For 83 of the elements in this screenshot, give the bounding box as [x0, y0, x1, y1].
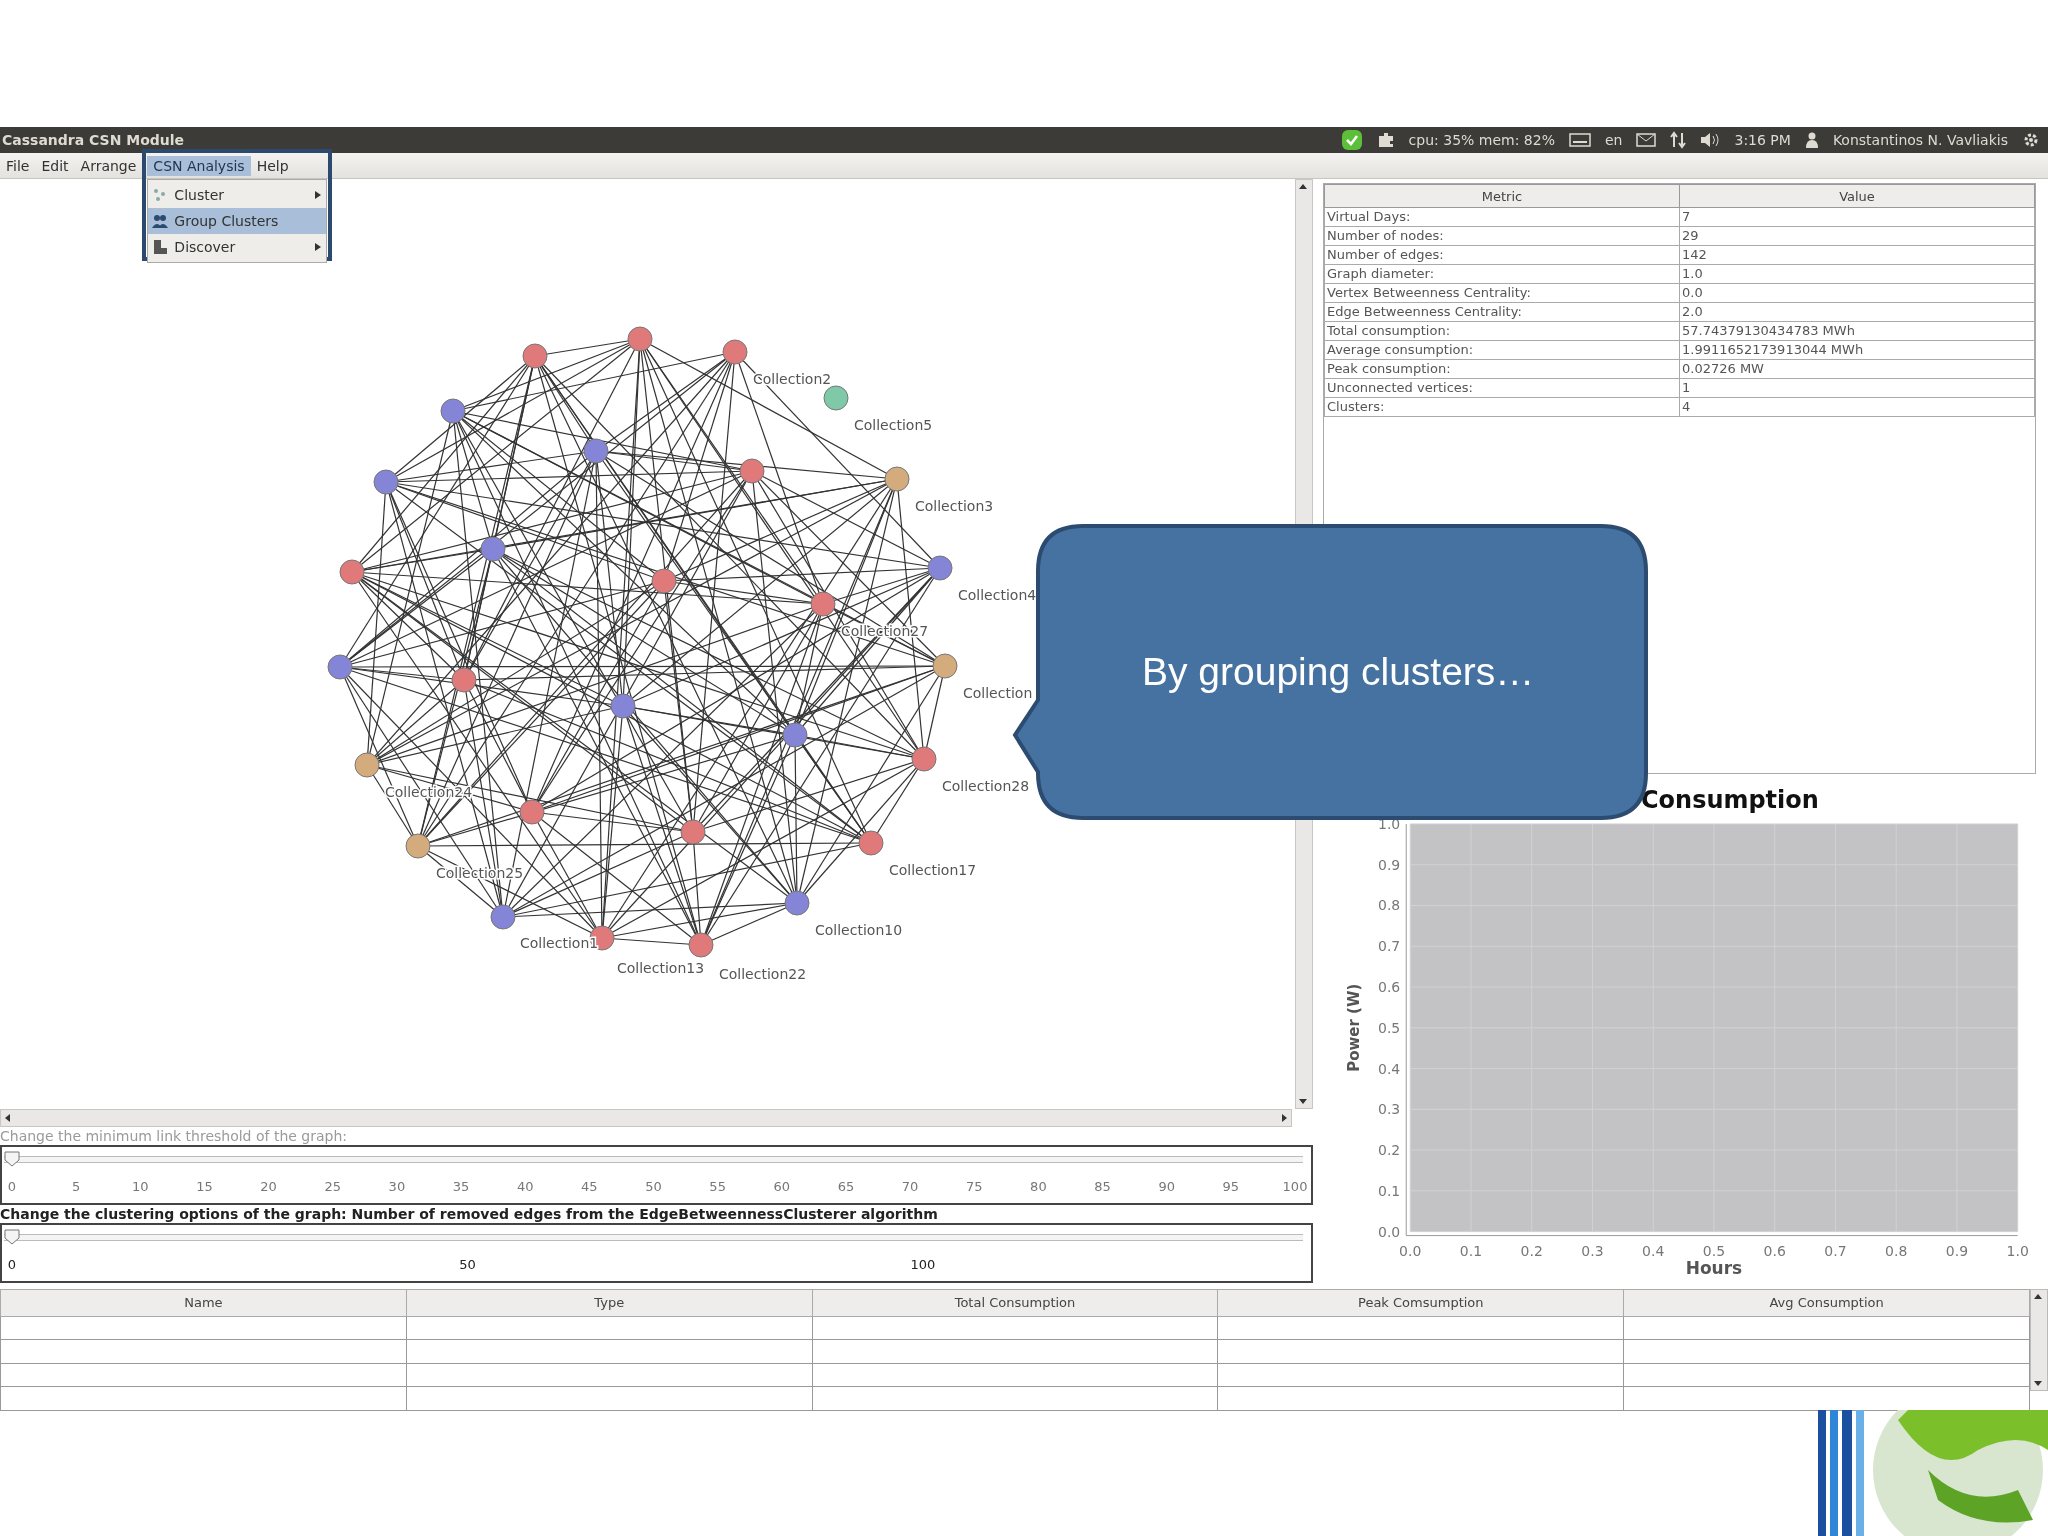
tick-label: 40 — [516, 1179, 534, 1194]
table-cell: 0.02726 MW — [1679, 359, 2035, 379]
node-label: Collection10 — [815, 922, 903, 938]
tick-label: 45 — [581, 1179, 598, 1194]
table-cell: Number of edges: — [1324, 245, 1680, 265]
tick-label: 15 — [196, 1179, 213, 1194]
slider-label: Change the clustering options of the graph: Number of removed edges from the EdgeBetweennessClusterer algorithm — [0, 1205, 939, 1223]
tick-label: 0.1 — [1459, 1243, 1483, 1260]
tick-label: 10 — [132, 1179, 149, 1194]
table-cell: 29 — [1679, 226, 2035, 246]
tick-label: 65 — [837, 1179, 855, 1194]
tick-label: 0.6 — [1378, 979, 1401, 996]
tick-label: 5 — [72, 1179, 81, 1194]
tick-label: 20 — [260, 1179, 277, 1194]
tick-label: 30 — [388, 1179, 406, 1194]
tick-label: 95 — [1222, 1179, 1240, 1194]
node-label: Collection3 — [915, 498, 994, 514]
node-label: Collection28 — [942, 778, 1030, 794]
node-label: Collection17 — [889, 862, 977, 878]
table-cell: Number of nodes: — [1324, 226, 1680, 246]
tick-label: 0.9 — [1378, 857, 1401, 874]
table-cell: 1 — [1679, 378, 2035, 398]
table-cell: Peak consumption: — [1324, 359, 1680, 379]
table-cell: 0.0 — [1679, 283, 2035, 303]
axis-label: Hours — [1685, 1258, 1743, 1278]
table-cell: Vertex Betweenness Centrality: — [1324, 283, 1680, 303]
table-cell: 1.9911652173913044 MWh — [1679, 340, 2035, 360]
node-label: Collection22 — [719, 966, 807, 982]
tick-label: 50 — [459, 1257, 476, 1272]
tick-label: 0.9 — [1945, 1243, 1969, 1260]
tick-label: 0.7 — [1824, 1243, 1847, 1260]
table-cell: Clusters: — [1324, 397, 1680, 417]
tick-label: 50 — [645, 1179, 662, 1194]
table-cell: Edge Betweenness Centrality: — [1324, 302, 1680, 322]
tick-label: 85 — [1094, 1179, 1111, 1194]
table-cell: 142 — [1679, 245, 2035, 265]
table-cell: 57.74379130434783 MWh — [1679, 321, 2035, 341]
tick-label: 0.0 — [1399, 1243, 1422, 1260]
window-title: Cassandra CSN Module — [1, 132, 185, 148]
tick-label: 1.0 — [2006, 1243, 2029, 1260]
node-label: Collection4 — [958, 587, 1037, 603]
tick-label: 0 — [7, 1179, 17, 1194]
tick-label: 0.2 — [1378, 1142, 1401, 1159]
node-label: Collection — [963, 685, 1033, 701]
table-cell: Average consumption: — [1324, 340, 1680, 360]
tick-label: 0.1 — [1378, 1183, 1401, 1200]
tick-label: 0.8 — [1885, 1243, 1908, 1260]
tick-label: 0.5 — [1702, 1243, 1726, 1260]
tick-label: 0.3 — [1378, 1101, 1401, 1118]
table-cell: 1.0 — [1679, 264, 2035, 284]
slider-label: Change the minimum link threshold of the graph: — [0, 1127, 349, 1145]
node-label: Collection5 — [854, 417, 933, 433]
tick-label: 0.8 — [1378, 897, 1401, 914]
tick-label: 90 — [1158, 1179, 1175, 1194]
tick-label: 25 — [324, 1179, 341, 1194]
tick-label: 0.0 — [1378, 1224, 1401, 1241]
tick-label: 0.7 — [1378, 938, 1401, 955]
chart-title: Consumption — [1641, 786, 1819, 815]
tick-label: 0.4 — [1642, 1243, 1665, 1260]
tick-label: 100 — [910, 1257, 936, 1272]
tick-label: 80 — [1030, 1179, 1047, 1194]
table-cell: 2.0 — [1679, 302, 2035, 322]
tick-label: 75 — [966, 1179, 983, 1194]
tick-label: 35 — [452, 1179, 470, 1194]
tick-label: 0 — [7, 1257, 17, 1272]
callout-text: By grouping clusters… — [1142, 650, 1535, 694]
table-cell: 4 — [1679, 397, 2035, 417]
table-cell: 7 — [1679, 207, 2035, 227]
tick-label: 70 — [901, 1179, 919, 1194]
tick-label: 60 — [773, 1179, 791, 1194]
tick-label: 0.6 — [1763, 1243, 1786, 1260]
node-label: Collection13 — [617, 960, 705, 976]
tick-label: 0.4 — [1378, 1061, 1401, 1077]
table-cell: Total consumption: — [1324, 321, 1680, 341]
tick-label: 100 — [1282, 1179, 1308, 1194]
table-cell: Virtual Days: — [1324, 207, 1680, 227]
tick-label: 0.5 — [1378, 1020, 1401, 1037]
table-cell: Unconnected vertices: — [1324, 378, 1680, 398]
tick-label: 0.3 — [1581, 1243, 1604, 1260]
tick-label: 0.2 — [1520, 1243, 1543, 1260]
table-cell: Graph diameter: — [1324, 264, 1680, 284]
axis-label: Power (W) — [1345, 984, 1364, 1073]
tick-label: 55 — [709, 1179, 726, 1194]
